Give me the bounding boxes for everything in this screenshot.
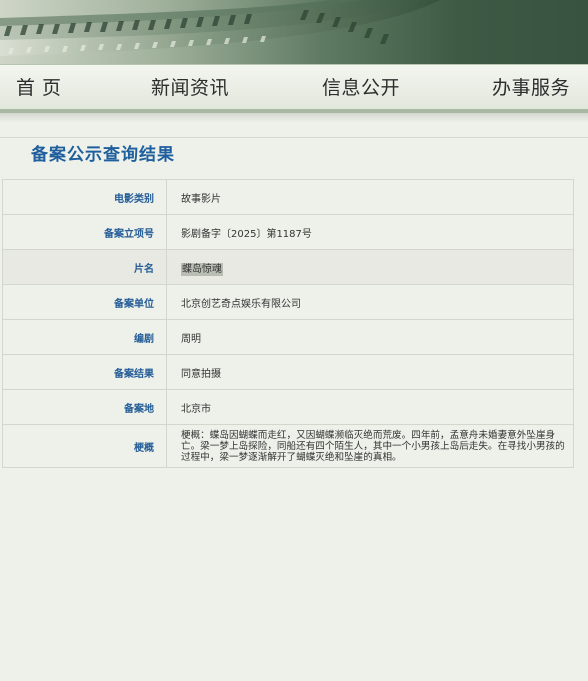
row-label-film-category: 电影类别 [2, 179, 167, 215]
table-row: 备案结果 同意拍摄 [2, 354, 574, 390]
table-row: 备案地 北京市 [2, 389, 574, 425]
film-strip-graphic [0, 0, 440, 56]
row-value-record-number: 影剧备字〔2025〕第1187号 [166, 214, 574, 250]
table-row: 备案立项号 影剧备字〔2025〕第1187号 [2, 214, 574, 250]
page-title: 备案公示查询结果 [31, 145, 175, 165]
row-value-film-title-cell: 蝶岛惊魂 [166, 249, 574, 285]
nav-shadow [0, 112, 588, 122]
header-banner [0, 0, 588, 64]
row-value-screenwriter: 周明 [166, 319, 574, 355]
nav-item-news[interactable]: 新闻资讯 [151, 73, 229, 100]
record-table: 电影类别 故事影片 备案立项号 影剧备字〔2025〕第1187号 片名 蝶岛惊魂… [2, 179, 574, 468]
row-label-location: 备案地 [2, 389, 167, 425]
nav-item-public-info[interactable]: 信息公开 [322, 73, 400, 100]
table-row: 梗概 梗概：蝶岛因蝴蝶而走红，又因蝴蝶濒临灭绝而荒废。四年前，孟意舟未婚妻意外坠… [2, 424, 574, 468]
table-row: 编剧 周明 [2, 319, 574, 355]
row-value-synopsis: 梗概：蝶岛因蝴蝶而走红，又因蝴蝶濒临灭绝而荒废。四年前，孟意舟未婚妻意外坠崖身亡… [166, 424, 574, 468]
nav-item-services[interactable]: 办事服务 [492, 73, 570, 100]
table-row: 片名 蝶岛惊魂 [2, 249, 574, 285]
divider [0, 137, 588, 138]
row-label-record-number: 备案立项号 [2, 214, 167, 250]
row-value-film-title: 蝶岛惊魂 [181, 262, 223, 276]
main-nav: 首 页 新闻资讯 信息公开 办事服务 [0, 64, 588, 113]
row-value-result: 同意拍摄 [166, 354, 574, 390]
nav-item-home[interactable]: 首 页 [16, 73, 62, 100]
row-value-applicant: 北京创艺奇点娱乐有限公司 [166, 284, 574, 320]
row-label-result: 备案结果 [2, 354, 167, 390]
row-label-applicant: 备案单位 [2, 284, 167, 320]
table-row: 备案单位 北京创艺奇点娱乐有限公司 [2, 284, 574, 320]
row-label-film-title: 片名 [2, 249, 167, 285]
table-row: 电影类别 故事影片 [2, 179, 574, 215]
row-value-location: 北京市 [166, 389, 574, 425]
row-label-screenwriter: 编剧 [2, 319, 167, 355]
row-value-film-category: 故事影片 [166, 179, 574, 215]
row-label-synopsis: 梗概 [2, 424, 167, 468]
